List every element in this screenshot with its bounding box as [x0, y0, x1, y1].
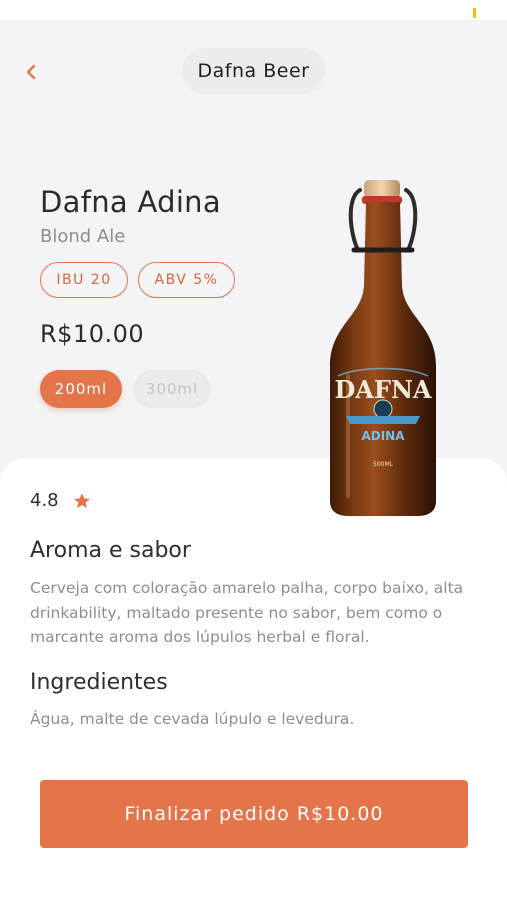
back-button[interactable] — [18, 58, 44, 86]
chevron-left-icon — [26, 64, 36, 80]
size-option-300ml[interactable]: 300ml — [133, 370, 211, 408]
ingredients-description: Água, malte de cevada lúpulo e levedura. — [30, 710, 355, 728]
status-bar — [0, 0, 507, 20]
abv-badge: ABV 5% — [138, 262, 235, 298]
aroma-description: Cerveja com coloração amarelo palha, cor… — [30, 579, 464, 646]
rating-value: 4.8 — [30, 490, 59, 511]
rating: 4.8 — [30, 490, 91, 511]
beer-bottle-image: DAFNA ADINA 500ML — [330, 180, 436, 516]
page-title: Dafna Beer — [182, 48, 325, 94]
ingredients-heading: Ingredientes — [30, 670, 168, 695]
product-price: R$10.00 — [40, 320, 145, 348]
status-indicator — [473, 8, 476, 18]
bottle-variant-text: ADINA — [361, 429, 405, 443]
checkout-button[interactable]: Finalizar pedido R$10.00 — [40, 780, 468, 848]
aroma-heading: Aroma e sabor — [30, 538, 191, 563]
star-icon — [73, 492, 90, 508]
size-option-200ml[interactable]: 200ml — [40, 370, 122, 408]
product-name: Dafna Adina — [40, 185, 221, 219]
bottle-volume-text: 500ML — [373, 461, 394, 468]
ibu-badge: IBU 20 — [40, 262, 128, 298]
product-style: Blond Ale — [40, 226, 126, 247]
